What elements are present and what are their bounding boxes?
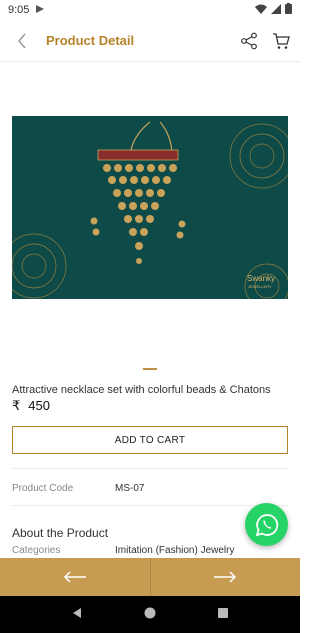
add-to-cart-button[interactable]: ADD TO CART xyxy=(12,426,288,454)
categories-label: Categories xyxy=(12,545,61,556)
system-nav-bar xyxy=(0,596,300,633)
bottom-nav-bar xyxy=(0,558,300,596)
status-time: 9:05 xyxy=(8,4,30,16)
whatsapp-button[interactable] xyxy=(245,503,288,546)
next-button[interactable] xyxy=(151,558,301,596)
about-heading: About the Product xyxy=(12,526,109,540)
carousel-indicator xyxy=(143,368,157,370)
system-recents-icon[interactable] xyxy=(217,606,229,624)
currency-symbol: ₹ xyxy=(12,398,21,413)
previous-button[interactable] xyxy=(0,558,150,596)
product-code-label: Product Code xyxy=(12,483,74,494)
system-back-icon[interactable] xyxy=(71,606,83,624)
status-bar: 9:05 xyxy=(0,0,300,20)
battery-icon xyxy=(285,3,292,17)
brand-mark: Swanky xyxy=(247,274,275,283)
header-actions xyxy=(238,30,292,52)
product-code-row: Product Code MS-07 xyxy=(12,483,288,494)
product-price: ₹ 450 xyxy=(12,398,50,414)
arrow-left-icon xyxy=(63,571,86,583)
whatsapp-icon xyxy=(255,513,278,536)
categories-value: Imitation (Fashion) Jewelry xyxy=(115,545,235,556)
categories-row: Categories Imitation (Fashion) Jewelry xyxy=(12,545,288,556)
divider xyxy=(12,468,288,469)
wifi-icon xyxy=(255,4,267,17)
product-code-value: MS-07 xyxy=(115,483,145,494)
product-name: Attractive necklace set with colorful be… xyxy=(12,384,271,396)
product-image[interactable]: Swanky JEWELLERY xyxy=(12,116,288,299)
divider xyxy=(12,505,288,506)
app-bar: Product Detail xyxy=(0,20,300,62)
back-arrow-icon[interactable] xyxy=(2,20,42,62)
cart-icon[interactable] xyxy=(270,30,292,52)
necklace-illustration: Swanky JEWELLERY xyxy=(12,116,288,299)
signal-icon xyxy=(271,3,281,17)
price-value: 450 xyxy=(28,398,50,413)
share-icon[interactable] xyxy=(238,30,260,52)
brand-sub: JEWELLERY xyxy=(248,284,272,289)
cast-icon xyxy=(35,4,45,17)
arrow-right-icon xyxy=(214,571,237,583)
page-title: Product Detail xyxy=(46,33,135,48)
system-home-icon[interactable] xyxy=(144,606,156,624)
